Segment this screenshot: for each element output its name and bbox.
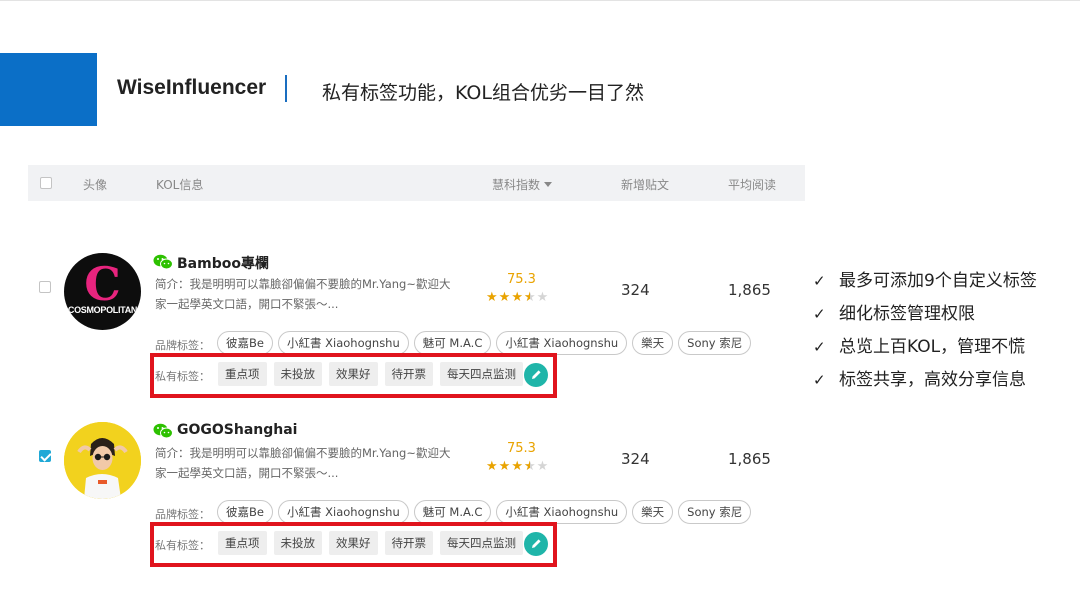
private-tag[interactable]: 每天四点监测: [440, 531, 523, 555]
column-header-index-label: 慧科指数: [492, 178, 541, 192]
check-icon: ✓: [813, 305, 826, 323]
brand-divider: [285, 75, 287, 102]
kol-bio: 简介：我是明明可以靠臉卻偏偏不要臉的Mr.Yang~歡迎大家一起學英文口語，開口…: [155, 277, 451, 311]
kol-name[interactable]: Bamboo專欄: [177, 253, 269, 273]
half-star-icon: ★: [524, 290, 537, 305]
private-tag[interactable]: 未投放: [273, 531, 322, 555]
brand-tags-label: 品牌标签：: [155, 508, 210, 521]
wechat-icon: [153, 254, 173, 270]
column-header-index[interactable]: 慧科指数: [492, 176, 553, 193]
table-row: C COSMOPOLITAN Bamboo專欄 简介：我是明明可以靠臉卻偏偏不要…: [28, 201, 805, 398]
avatar[interactable]: [64, 422, 141, 499]
top-divider: [0, 0, 1080, 1]
half-star-icon: ★: [524, 459, 537, 474]
pencil-icon: [532, 539, 541, 548]
table-row: GOGOShanghai 简介：我是明明可以靠臉卻偏偏不要臉的Mr.Yang~歡…: [28, 370, 805, 567]
column-header-avg-reads: 平均阅读: [728, 178, 777, 192]
caret-down-icon: [544, 182, 553, 187]
star-icon: ★: [486, 290, 499, 305]
avatar[interactable]: C COSMOPOLITAN: [64, 253, 141, 330]
avg-reads-value: 1,865: [728, 450, 771, 468]
row-checkbox[interactable]: [39, 450, 51, 462]
check-icon: ✓: [813, 272, 826, 290]
edit-private-tags-button[interactable]: [524, 532, 548, 556]
empty-star-icon: ★: [536, 459, 550, 474]
brand-tag[interactable]: Sony 索尼: [678, 500, 752, 524]
brand-tag[interactable]: 樂天: [632, 500, 674, 524]
brand-tag[interactable]: 小紅書 Xiaohognshu: [496, 500, 628, 524]
new-posts-value: 324: [621, 450, 650, 468]
empty-star-icon: ★: [536, 290, 550, 305]
column-header-avatar: 头像: [83, 178, 108, 192]
private-tag-list: 重点项 未投放 效果好 待开票 每天四点监测: [218, 531, 523, 555]
brand-name: WiseInfluencer: [117, 76, 267, 99]
feature-list: ✓ 最多可添加9个自定义标签 ✓ 细化标签管理权限 ✓ 总览上百KOL，管理不慌 ✓ 标…: [813, 270, 1037, 402]
check-icon: ✓: [813, 338, 826, 356]
brand-tag[interactable]: 彼嘉Be: [217, 331, 273, 355]
column-header-new-posts: 新增贴文: [621, 178, 670, 192]
kol-table: 头像 KOL信息 慧科指数 新增贴文 平均阅读 C COSMOPOLITAN B…: [28, 165, 805, 567]
private-tag[interactable]: 待开票: [384, 531, 433, 555]
avg-reads-value: 1,865: [728, 281, 771, 299]
feature-item: ✓ 总览上百KOL，管理不慌: [813, 336, 1037, 369]
private-tag[interactable]: 效果好: [329, 531, 378, 555]
feature-item: ✓ 标签共享，高效分享信息: [813, 369, 1037, 402]
brand-tag[interactable]: 魅可 M.A.C: [413, 331, 492, 355]
index-score: 75.3: [507, 441, 536, 456]
brand-tags-label: 品牌标签：: [155, 339, 210, 352]
feature-text: 总览上百KOL，管理不慌: [839, 337, 1026, 357]
brand-tag[interactable]: 小紅書 Xiaohognshu: [496, 331, 628, 355]
star-icon: ★: [486, 459, 499, 474]
star-rating: ★★★★ ★: [486, 459, 549, 474]
brand-tag[interactable]: 樂天: [632, 331, 674, 355]
brand-tag[interactable]: 小紅書 Xiaohognshu: [277, 500, 409, 524]
private-tag[interactable]: 重点项: [218, 531, 267, 555]
feature-item: ✓ 最多可添加9个自定义标签: [813, 270, 1037, 303]
brand-tag[interactable]: 小紅書 Xiaohognshu: [277, 331, 409, 355]
check-icon: ✓: [813, 371, 826, 389]
brand-tag-list: 彼嘉Be 小紅書 Xiaohognshu 魅可 M.A.C 小紅書 Xiaoho…: [217, 500, 752, 524]
brand-tag-list: 彼嘉Be 小紅書 Xiaohognshu 魅可 M.A.C 小紅書 Xiaoho…: [217, 331, 752, 355]
star-rating: ★★★★ ★: [486, 290, 549, 305]
star-icon: ★: [511, 290, 524, 305]
avatar-logo-letter: C: [84, 257, 121, 311]
table-header: 头像 KOL信息 慧科指数 新增贴文 平均阅读: [28, 165, 805, 201]
new-posts-value: 324: [621, 281, 650, 299]
star-icon: ★: [498, 459, 512, 474]
column-header-kol-info: KOL信息: [156, 178, 204, 192]
avatar-logo-text: COSMOPOLITAN: [67, 305, 138, 315]
feature-text: 标签共享，高效分享信息: [839, 370, 1026, 390]
brand-tag[interactable]: 彼嘉Be: [217, 500, 273, 524]
brand-tag[interactable]: 魅可 M.A.C: [413, 500, 492, 524]
feature-text: 最多可添加9个自定义标签: [839, 271, 1037, 291]
brand-accent-block: [0, 53, 97, 126]
person-photo: [64, 422, 141, 499]
kol-name[interactable]: GOGOShanghai: [177, 422, 297, 438]
star-icon: ★: [498, 290, 512, 305]
row-checkbox[interactable]: [39, 281, 51, 293]
index-score: 75.3: [507, 272, 536, 287]
page-headline: 私有标签功能，KOL组合优劣一目了然: [322, 82, 644, 104]
feature-item: ✓ 细化标签管理权限: [813, 303, 1037, 336]
feature-text: 细化标签管理权限: [839, 304, 975, 324]
kol-bio: 简介：我是明明可以靠臉卻偏偏不要臉的Mr.Yang~歡迎大家一起學英文口語，開口…: [155, 446, 451, 480]
wechat-icon: [153, 423, 173, 439]
select-all-checkbox[interactable]: [40, 177, 52, 189]
private-tags-label: 私有标签：: [155, 539, 210, 552]
brand-tag[interactable]: Sony 索尼: [678, 331, 752, 355]
star-icon: ★: [511, 459, 524, 474]
